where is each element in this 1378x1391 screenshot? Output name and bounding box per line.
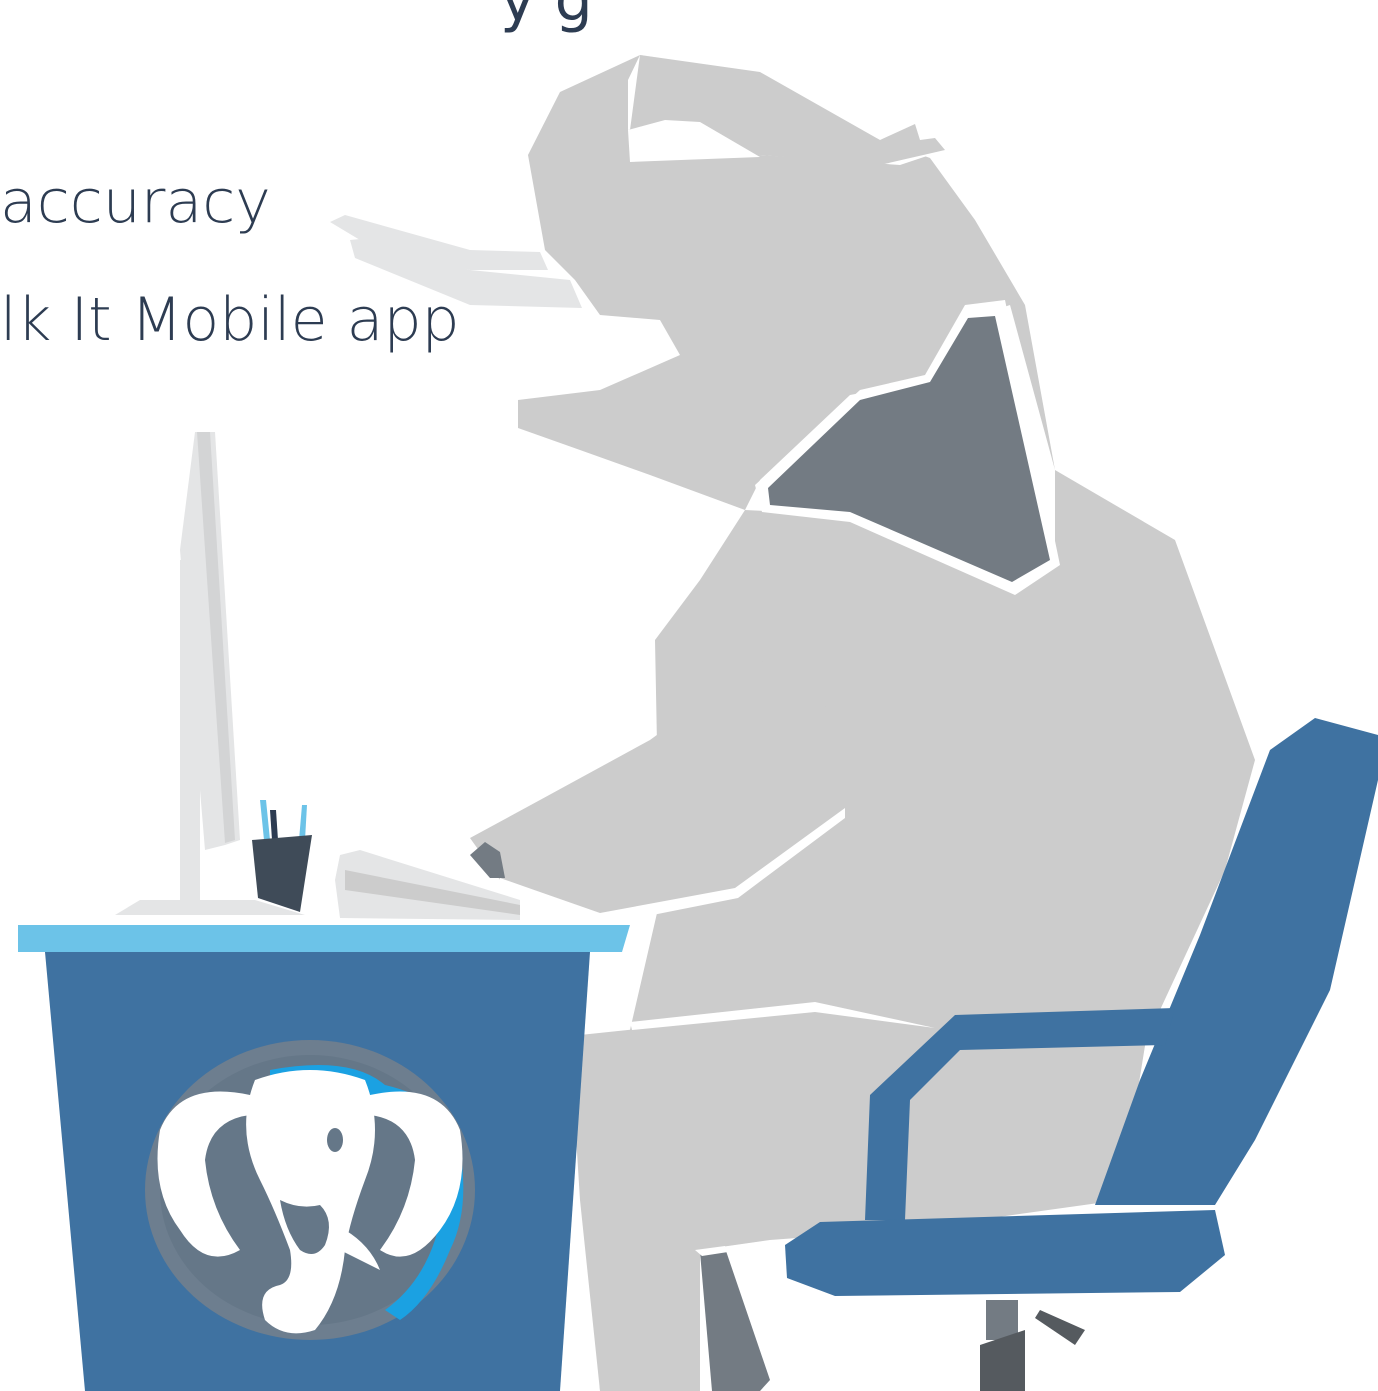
postgresql-elephant-logo <box>145 1040 475 1340</box>
elephant-at-desk-illustration <box>18 55 1378 1391</box>
pencil-cup <box>252 800 312 912</box>
